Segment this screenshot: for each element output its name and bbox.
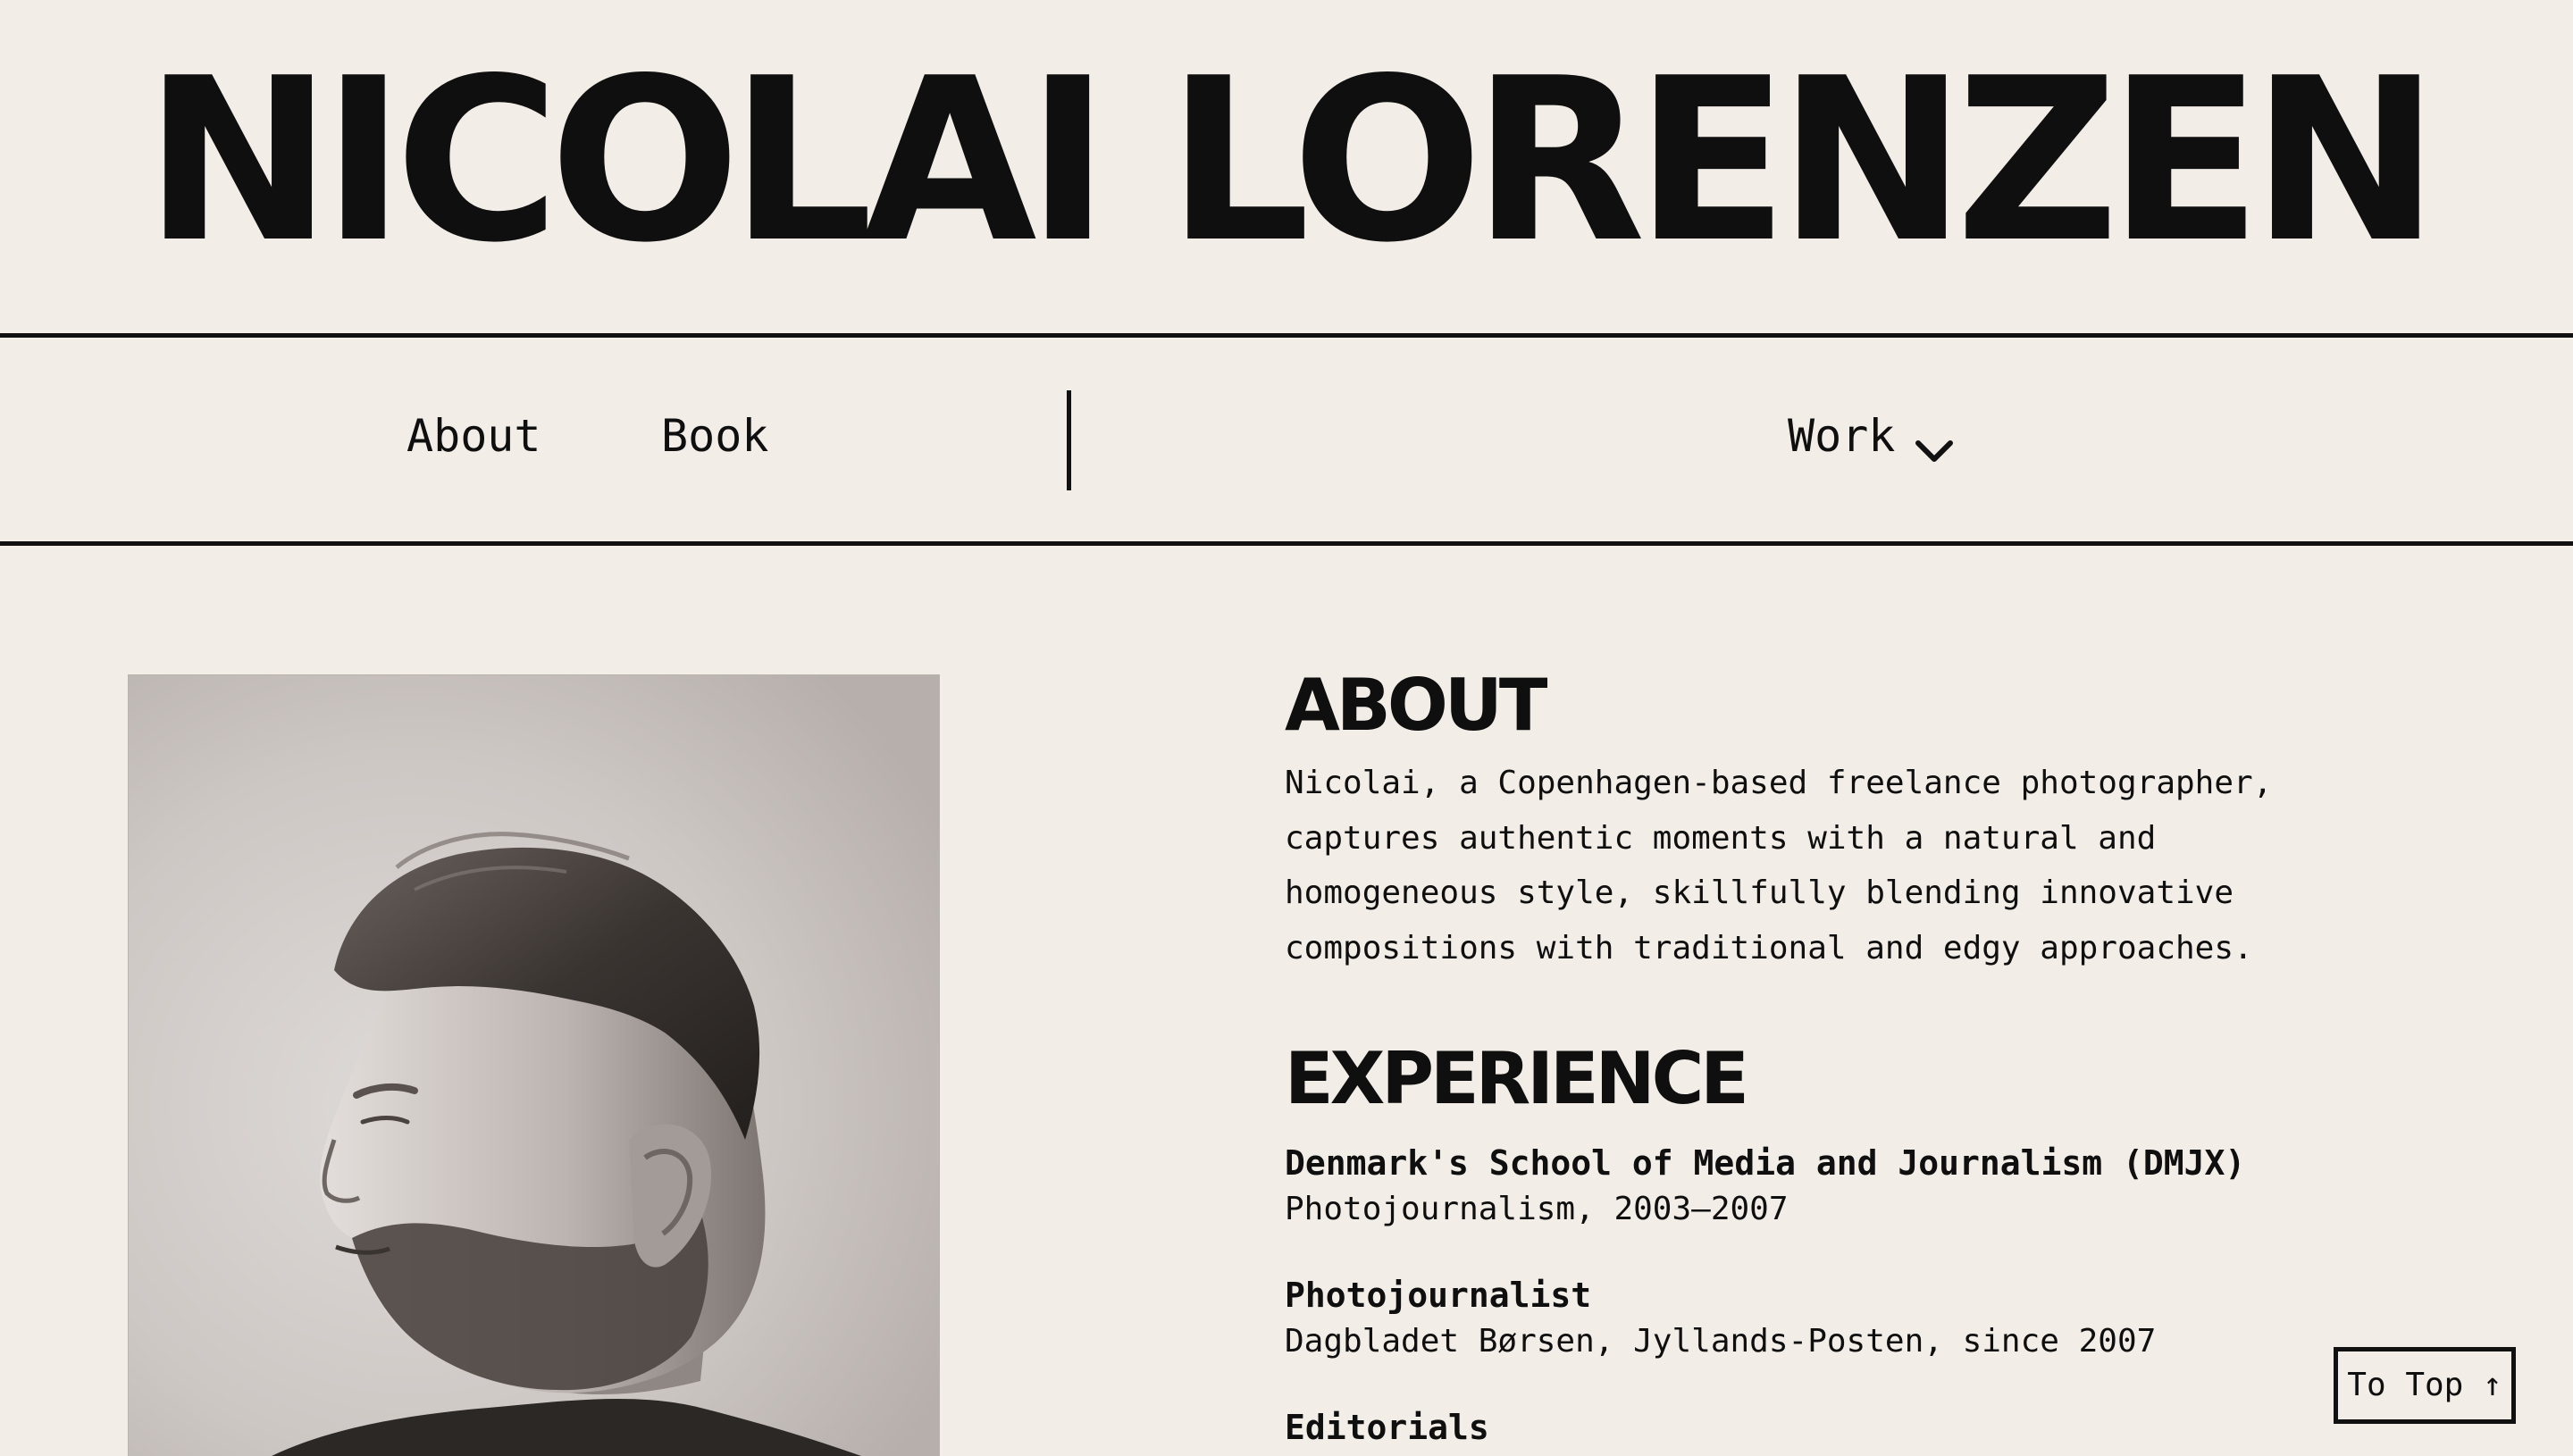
site-title[interactable]: NICOLAI LORENZEN: [0, 32, 2573, 291]
nav-bottom-rule: [0, 541, 2573, 546]
experience-detail: Photojournalism, 2003–2007: [1285, 1191, 1789, 1227]
to-top-button[interactable]: To Top ↑: [2334, 1347, 2516, 1424]
nav-link-about[interactable]: About: [406, 409, 541, 463]
experience-name: Denmark's School of Media and Journalism…: [1285, 1143, 2246, 1183]
experience-heading: EXPERIENCE: [1285, 1037, 1749, 1120]
chevron-down-icon: [1915, 423, 1954, 462]
site-header: NICOLAI LORENZEN: [0, 0, 2573, 335]
experience-list: Denmark's School of Media and Journalism…: [1285, 1140, 2357, 1451]
main-nav: About Book Work: [0, 338, 2573, 541]
experience-name: Photojournalist: [1285, 1276, 1592, 1315]
about-text: Nicolai, a Copenhagen-based freelance ph…: [1285, 765, 2273, 966]
experience-item: Editorials: [1285, 1404, 2357, 1451]
experience-name: Editorials: [1285, 1408, 1489, 1447]
about-heading: ABOUT: [1285, 664, 1547, 747]
experience-detail: Dagbladet Børsen, Jyllands-Posten, since…: [1285, 1323, 2157, 1360]
about-content: ABOUT Nicolai, a Copenhagen-based freela…: [1285, 661, 2357, 1456]
experience-item: Denmark's School of Media and Journalism…: [1285, 1140, 2357, 1233]
nav-work-label: Work: [1788, 410, 1896, 462]
experience-item: Photojournalist Dagbladet Børsen, Jyllan…: [1285, 1272, 2357, 1365]
nav-divider: [1067, 390, 1071, 490]
nav-work-dropdown[interactable]: Work: [1788, 409, 1954, 463]
portrait-photo: [128, 674, 940, 1456]
nav-link-book[interactable]: Book: [661, 409, 768, 463]
